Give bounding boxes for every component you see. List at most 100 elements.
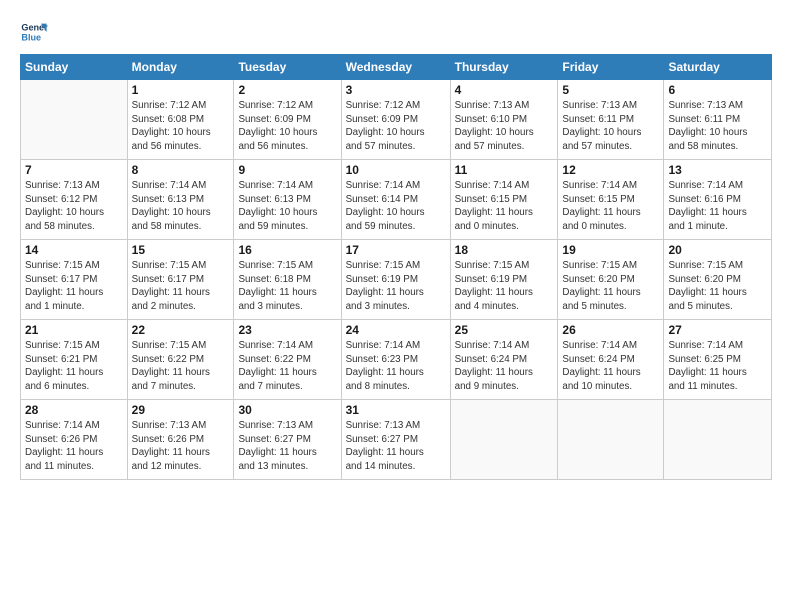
calendar-cell: 14Sunrise: 7:15 AM Sunset: 6:17 PM Dayli…	[21, 240, 128, 320]
day-info: Sunrise: 7:14 AM Sunset: 6:22 PM Dayligh…	[238, 339, 336, 394]
calendar-cell	[558, 400, 664, 480]
calendar-cell: 10 Sunrise: 7:14 AM Sunset: 6:14 PM Dayli…	[341, 160, 450, 240]
week-row-3: 21 Sunrise: 7:15 AM Sunset: 6:21 PM Dayli…	[21, 320, 772, 400]
day-number: 8	[132, 163, 230, 177]
day-number: 18	[455, 243, 554, 257]
day-number: 13	[668, 163, 767, 177]
day-number: 17	[346, 243, 446, 257]
logo-icon: General Blue	[20, 18, 48, 46]
day-info: Sunrise: 7:13 AM Sunset: 6:26 PM Dayligh…	[132, 419, 230, 474]
col-header-thursday: Thursday	[450, 55, 558, 80]
col-header-sunday: Sunday	[21, 55, 128, 80]
calendar-cell: 1 Sunrise: 7:12 AM Sunset: 6:08 PM Daylig…	[127, 80, 234, 160]
week-row-4: 28 Sunrise: 7:14 AM Sunset: 6:26 PM Dayli…	[21, 400, 772, 480]
day-info: Sunrise: 7:15 AM Sunset: 6:20 PM Dayligh…	[562, 259, 659, 314]
calendar-cell: 15 Sunrise: 7:15 AM Sunset: 6:17 PM Dayli…	[127, 240, 234, 320]
day-info: Sunrise: 7:13 AM Sunset: 6:11 PM Dayligh…	[562, 99, 659, 154]
calendar-cell: 8 Sunrise: 7:14 AM Sunset: 6:13 PM Daylig…	[127, 160, 234, 240]
day-number: 1	[132, 83, 230, 97]
day-number: 21	[25, 323, 123, 337]
calendar-cell: 23Sunrise: 7:14 AM Sunset: 6:22 PM Dayli…	[234, 320, 341, 400]
day-info: Sunrise: 7:14 AM Sunset: 6:26 PM Dayligh…	[25, 419, 123, 474]
day-info: Sunrise: 7:14 AM Sunset: 6:15 PM Dayligh…	[455, 179, 554, 234]
calendar-cell: 22 Sunrise: 7:15 AM Sunset: 6:22 PM Dayli…	[127, 320, 234, 400]
calendar-cell: 12 Sunrise: 7:14 AM Sunset: 6:15 PM Dayli…	[558, 160, 664, 240]
calendar-cell	[21, 80, 128, 160]
calendar-cell: 16 Sunrise: 7:15 AM Sunset: 6:18 PM Dayli…	[234, 240, 341, 320]
day-number: 27	[668, 323, 767, 337]
day-number: 29	[132, 403, 230, 417]
day-number: 2	[238, 83, 336, 97]
day-number: 4	[455, 83, 554, 97]
week-row-2: 14 Sunrise: 7:15 AM Sunset: 6:17 PM Dayli…	[21, 240, 772, 320]
calendar-cell: 30 Sunrise: 7:13 AM Sunset: 6:27 PM Dayli…	[234, 400, 341, 480]
calendar-cell	[664, 400, 772, 480]
day-number: 25	[455, 323, 554, 337]
day-info: Sunrise: 7:12 AM Sunset: 6:09 PM Dayligh…	[238, 99, 336, 154]
calendar-cell: 9Sunrise: 7:14 AM Sunset: 6:13 PM Daylig…	[234, 160, 341, 240]
day-info: Sunrise: 7:14 AM Sunset: 6:13 PM Dayligh…	[132, 179, 230, 234]
day-info: Sunrise: 7:15 AM Sunset: 6:18 PM Dayligh…	[238, 259, 336, 314]
calendar-cell: 2 Sunrise: 7:12 AM Sunset: 6:09 PM Daylig…	[234, 80, 341, 160]
day-info: Sunrise: 7:13 AM Sunset: 6:27 PM Dayligh…	[346, 419, 446, 474]
day-number: 16	[238, 243, 336, 257]
day-number: 20	[668, 243, 767, 257]
col-header-saturday: Saturday	[664, 55, 772, 80]
col-header-wednesday: Wednesday	[341, 55, 450, 80]
calendar-cell: 13Sunrise: 7:14 AM Sunset: 6:16 PM Dayli…	[664, 160, 772, 240]
calendar-cell: 25Sunrise: 7:14 AM Sunset: 6:24 PM Dayli…	[450, 320, 558, 400]
calendar-cell: 4 Sunrise: 7:13 AM Sunset: 6:10 PM Daylig…	[450, 80, 558, 160]
day-info: Sunrise: 7:13 AM Sunset: 6:12 PM Dayligh…	[25, 179, 123, 234]
calendar-cell: 18 Sunrise: 7:15 AM Sunset: 6:19 PM Dayli…	[450, 240, 558, 320]
calendar-header-row: SundayMondayTuesdayWednesdayThursdayFrid…	[21, 55, 772, 80]
day-number: 30	[238, 403, 336, 417]
calendar-cell	[450, 400, 558, 480]
day-info: Sunrise: 7:15 AM Sunset: 6:19 PM Dayligh…	[346, 259, 446, 314]
logo: General Blue	[20, 18, 54, 46]
week-row-1: 7 Sunrise: 7:13 AM Sunset: 6:12 PM Daylig…	[21, 160, 772, 240]
calendar-cell: 17 Sunrise: 7:15 AM Sunset: 6:19 PM Dayli…	[341, 240, 450, 320]
day-number: 5	[562, 83, 659, 97]
day-number: 9	[238, 163, 336, 177]
page: General Blue SundayMondayTuesdayWednesda…	[0, 0, 792, 490]
day-info: Sunrise: 7:15 AM Sunset: 6:20 PM Dayligh…	[668, 259, 767, 314]
col-header-monday: Monday	[127, 55, 234, 80]
calendar-cell: 5 Sunrise: 7:13 AM Sunset: 6:11 PM Daylig…	[558, 80, 664, 160]
day-number: 11	[455, 163, 554, 177]
day-info: Sunrise: 7:13 AM Sunset: 6:10 PM Dayligh…	[455, 99, 554, 154]
calendar-cell: 27 Sunrise: 7:14 AM Sunset: 6:25 PM Dayli…	[664, 320, 772, 400]
col-header-tuesday: Tuesday	[234, 55, 341, 80]
day-info: Sunrise: 7:13 AM Sunset: 6:27 PM Dayligh…	[238, 419, 336, 474]
svg-text:Blue: Blue	[21, 32, 41, 42]
calendar-table: SundayMondayTuesdayWednesdayThursdayFrid…	[20, 54, 772, 480]
day-number: 7	[25, 163, 123, 177]
day-info: Sunrise: 7:14 AM Sunset: 6:15 PM Dayligh…	[562, 179, 659, 234]
day-info: Sunrise: 7:14 AM Sunset: 6:25 PM Dayligh…	[668, 339, 767, 394]
day-info: Sunrise: 7:14 AM Sunset: 6:14 PM Dayligh…	[346, 179, 446, 234]
calendar-cell: 20 Sunrise: 7:15 AM Sunset: 6:20 PM Dayli…	[664, 240, 772, 320]
day-number: 24	[346, 323, 446, 337]
day-number: 31	[346, 403, 446, 417]
day-info: Sunrise: 7:15 AM Sunset: 6:19 PM Dayligh…	[455, 259, 554, 314]
day-info: Sunrise: 7:12 AM Sunset: 6:09 PM Dayligh…	[346, 99, 446, 154]
day-number: 28	[25, 403, 123, 417]
calendar-cell: 24Sunrise: 7:14 AM Sunset: 6:23 PM Dayli…	[341, 320, 450, 400]
calendar-cell: 11 Sunrise: 7:14 AM Sunset: 6:15 PM Dayli…	[450, 160, 558, 240]
day-number: 15	[132, 243, 230, 257]
day-number: 26	[562, 323, 659, 337]
day-info: Sunrise: 7:12 AM Sunset: 6:08 PM Dayligh…	[132, 99, 230, 154]
day-number: 12	[562, 163, 659, 177]
day-number: 22	[132, 323, 230, 337]
day-number: 6	[668, 83, 767, 97]
calendar-cell: 3 Sunrise: 7:12 AM Sunset: 6:09 PM Daylig…	[341, 80, 450, 160]
day-number: 10	[346, 163, 446, 177]
calendar-cell: 31 Sunrise: 7:13 AM Sunset: 6:27 PM Dayli…	[341, 400, 450, 480]
col-header-friday: Friday	[558, 55, 664, 80]
day-number: 3	[346, 83, 446, 97]
day-info: Sunrise: 7:15 AM Sunset: 6:22 PM Dayligh…	[132, 339, 230, 394]
day-number: 14	[25, 243, 123, 257]
day-info: Sunrise: 7:15 AM Sunset: 6:17 PM Dayligh…	[132, 259, 230, 314]
calendar-cell: 19Sunrise: 7:15 AM Sunset: 6:20 PM Dayli…	[558, 240, 664, 320]
day-info: Sunrise: 7:15 AM Sunset: 6:21 PM Dayligh…	[25, 339, 123, 394]
calendar-cell: 28 Sunrise: 7:14 AM Sunset: 6:26 PM Dayli…	[21, 400, 128, 480]
